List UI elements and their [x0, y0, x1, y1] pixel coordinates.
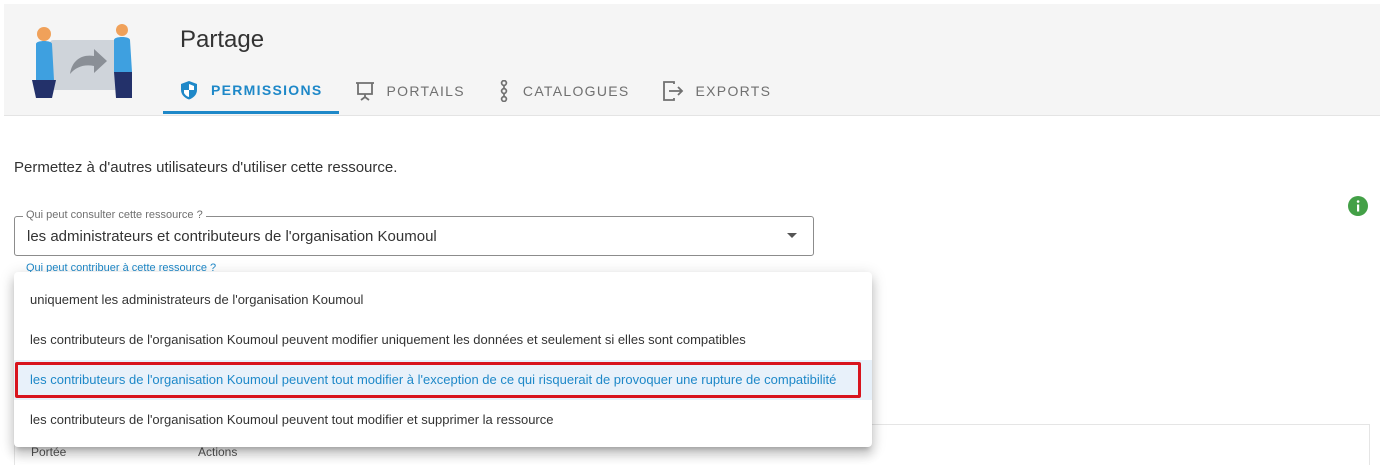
shield-icon	[181, 80, 197, 99]
tab-exports[interactable]: EXPORTS	[646, 68, 788, 114]
tab-portails-label: PORTAILS	[386, 83, 465, 99]
dropdown-option-all-except-breaking-label: les contributeurs de l'organisation Koum…	[30, 372, 837, 387]
contribute-dropdown-menu: uniquement les administrateurs de l'orga…	[14, 272, 872, 447]
consult-select-value: les administrateurs et contributeurs de …	[27, 228, 437, 245]
tab-portails[interactable]: PORTAILS	[339, 68, 481, 114]
tab-catalogues[interactable]: CATALOGUES	[481, 68, 646, 114]
dropdown-option-all-except-breaking[interactable]: les contributeurs de l'organisation Koum…	[14, 360, 872, 400]
sharing-illustration	[32, 24, 132, 98]
tab-catalogues-label: CATALOGUES	[522, 83, 630, 99]
info-icon[interactable]	[1348, 196, 1368, 216]
export-icon	[662, 81, 683, 101]
dropdown-option-all-and-delete[interactable]: les contributeurs de l'organisation Koum…	[14, 400, 872, 440]
tab-bar: PERMISSIONS PORTAILS CATALOGUES EXPORTS	[163, 68, 787, 115]
presentation-board-icon	[355, 82, 374, 101]
tab-exports-label: EXPORTS	[695, 83, 772, 99]
table-header-scope: Portée	[31, 445, 67, 459]
consult-select-label: Qui peut consulter cette ressource ?	[23, 209, 206, 221]
tab-permissions-label: PERMISSIONS	[211, 81, 323, 98]
dropdown-option-admins-only[interactable]: uniquement les administrateurs de l'orga…	[14, 280, 872, 320]
dropdown-option-data-only[interactable]: les contributeurs de l'organisation Koum…	[14, 320, 872, 360]
intro-text: Permettez à d'autres utilisateurs d'util…	[14, 159, 398, 176]
page-header: Partage PERMISSIONS PORTAILS CATALOGUES	[4, 4, 1380, 116]
tab-permissions[interactable]: PERMISSIONS	[163, 68, 339, 114]
consult-select[interactable]: Qui peut consulter cette ressource ? les…	[14, 209, 814, 256]
caret-down-icon	[787, 233, 797, 238]
page-title: Partage	[180, 26, 265, 53]
table-header-actions: Actions	[198, 445, 238, 459]
chain-link-icon	[500, 80, 508, 102]
